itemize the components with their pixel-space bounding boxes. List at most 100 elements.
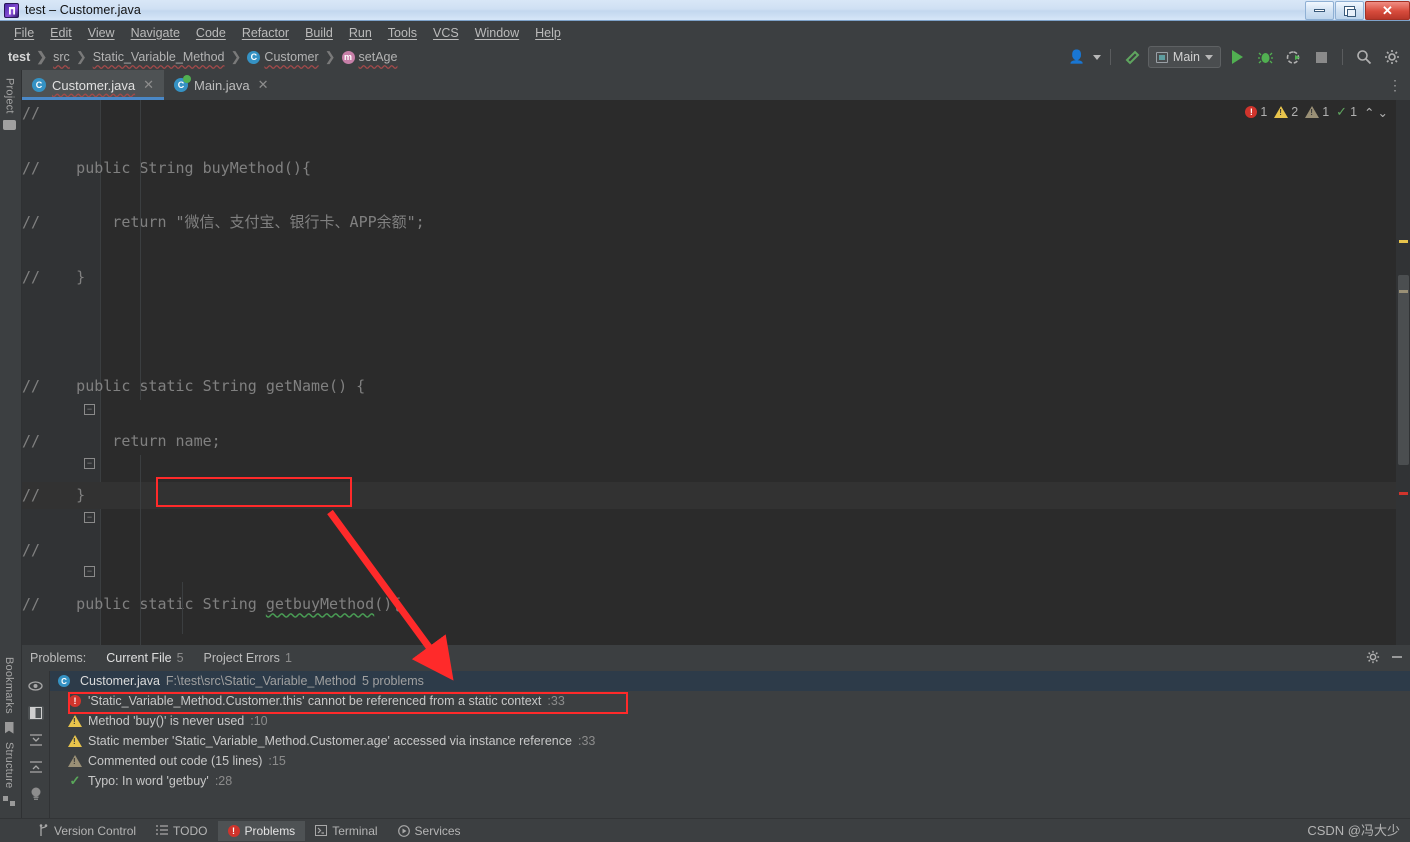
breadcrumb-label: test [8, 50, 31, 64]
menu-view[interactable]: View [80, 24, 123, 42]
previous-problem-icon[interactable]: ⌃ [1364, 105, 1374, 120]
tab-label: Current File [106, 650, 172, 665]
code-line[interactable]: 22// } [22, 264, 1410, 291]
fold-marker[interactable] [84, 458, 95, 469]
expand-all-icon[interactable] [28, 733, 44, 747]
close-icon[interactable]: ✕ [143, 77, 154, 93]
menu-file[interactable]: File [6, 24, 42, 42]
fold-marker[interactable] [84, 404, 95, 415]
close-icon[interactable]: ✕ [258, 77, 269, 93]
close-button[interactable]: ✕ [1365, 1, 1410, 20]
intellij-idea-icon [4, 2, 19, 18]
status-item-terminal[interactable]: Terminal [305, 821, 387, 841]
layout-icon[interactable] [27, 706, 44, 720]
structure-icon[interactable] [3, 796, 15, 806]
minimize-icon[interactable] [1390, 650, 1404, 667]
problem-row-weak-warning[interactable]: Commented out code (15 lines) :15 [50, 751, 1410, 771]
tab-customer-java[interactable]: C Customer.java ✕ [22, 70, 164, 100]
run-configuration-selector[interactable]: Main [1147, 46, 1221, 68]
code-line[interactable]: 23 [22, 318, 1410, 345]
code-line[interactable]: 26// } [22, 482, 1410, 509]
status-item-version-control[interactable]: Version Control [28, 821, 146, 841]
menu-vcs[interactable]: VCS [425, 24, 467, 42]
indent-guide [182, 582, 183, 634]
problems-list[interactable]: C Customer.java F:\test\src\Static_Varia… [50, 671, 1410, 818]
fold-marker[interactable] [84, 566, 95, 577]
problem-row-warning-2[interactable]: Static member 'Static_Variable_Method.Cu… [50, 731, 1410, 751]
more-options-icon[interactable]: ⋮ [1380, 70, 1410, 100]
search-icon[interactable] [1352, 46, 1376, 68]
breadcrumb-label: setAge [358, 50, 398, 64]
menu-refactor[interactable]: Refactor [234, 24, 297, 42]
chevron-down-icon[interactable] [1092, 54, 1101, 60]
menu-navigate[interactable]: Navigate [123, 24, 188, 42]
code-editor[interactable]: 19// 20// public String buyMethod(){ 21// … [22, 100, 1410, 645]
code-line[interactable]: 28// public static String getbuyMethod()… [22, 591, 1410, 618]
editor-scrollbar-thumb[interactable] [1398, 275, 1409, 465]
stop-icon[interactable] [1309, 46, 1333, 68]
code-lines[interactable]: 19// 20// public String buyMethod(){ 21// … [22, 100, 1410, 645]
minimize-button[interactable] [1305, 1, 1334, 20]
breadcrumb-item-class[interactable]: C Customer ❯ [247, 49, 341, 65]
inspection-typos[interactable]: ✓ 1 [1336, 104, 1357, 120]
bulb-icon[interactable] [28, 787, 44, 801]
status-item-services[interactable]: Services [388, 821, 471, 841]
error-marker[interactable] [1399, 492, 1408, 495]
problem-row-error[interactable]: ! 'Static_Variable_Method.Customer.this'… [50, 691, 1410, 711]
code-line[interactable]: 25// return name; [22, 428, 1410, 455]
breadcrumb-label: Customer [264, 50, 319, 64]
menu-code[interactable]: Code [188, 24, 234, 42]
status-item-todo[interactable]: TODO [146, 821, 217, 841]
folder-icon[interactable] [3, 119, 16, 130]
breadcrumb-item-project[interactable]: test ❯ [8, 49, 53, 65]
inspection-errors[interactable]: ! 1 [1245, 105, 1267, 119]
menu-tools[interactable]: Tools [380, 24, 425, 42]
breadcrumb-item-method[interactable]: m setAge [341, 50, 398, 64]
sidebar-item-project[interactable]: Project [4, 78, 16, 114]
menu-build[interactable]: Build [297, 24, 341, 42]
user-icon[interactable]: 👤 [1065, 46, 1089, 68]
code-line[interactable]: 27// [22, 537, 1410, 564]
sidebar-item-bookmarks[interactable]: Bookmarks [3, 657, 15, 714]
sidebar-item-structure[interactable]: Structure [3, 742, 15, 788]
method-icon: m [341, 50, 355, 64]
problem-row-typo[interactable]: ✓ Typo: In word 'getbuy' :28 [50, 771, 1410, 791]
code-line[interactable]: 20// public String buyMethod(){ [22, 155, 1410, 182]
restore-button[interactable] [1335, 1, 1364, 20]
gear-icon[interactable] [1380, 46, 1404, 68]
chevron-right-icon: ❯ [230, 49, 242, 64]
bug-icon[interactable] [1253, 46, 1277, 68]
bookmark-icon[interactable] [4, 721, 14, 734]
editor-marker-strip[interactable] [1396, 100, 1410, 645]
status-item-label: TODO [173, 823, 208, 838]
next-problem-icon[interactable]: ⌄ [1378, 105, 1388, 120]
code-line[interactable]: 19// [22, 100, 1410, 127]
breadcrumb-item-src[interactable]: src ❯ [53, 49, 93, 65]
menu-run[interactable]: Run [341, 24, 380, 42]
tab-current-file[interactable]: Current File 5 [96, 647, 193, 673]
code-line[interactable]: 24// public static String getName() { [22, 373, 1410, 400]
status-item-problems[interactable]: ! Problems [217, 820, 306, 841]
play-icon[interactable] [1225, 46, 1249, 68]
weak-warning-marker[interactable] [1399, 290, 1408, 293]
problem-row-warning-1[interactable]: Method 'buy()' is never used :10 [50, 711, 1410, 731]
collapse-all-icon[interactable] [28, 760, 44, 774]
tab-main-java[interactable]: C Main.java ✕ [164, 70, 279, 100]
menu-window[interactable]: Window [467, 24, 527, 42]
hammer-icon[interactable] [1120, 46, 1144, 68]
breadcrumb-item-package[interactable]: Static_Variable_Method ❯ [93, 49, 248, 65]
menu-edit[interactable]: Edit [42, 24, 80, 42]
eye-icon[interactable] [28, 679, 44, 693]
problems-file-header[interactable]: C Customer.java F:\test\src\Static_Varia… [50, 671, 1410, 691]
inspection-warnings[interactable]: 2 [1274, 105, 1298, 119]
run-with-coverage-icon[interactable] [1281, 46, 1305, 68]
tab-project-errors[interactable]: Project Errors 1 [194, 647, 302, 670]
code-line[interactable]: 21// return "微信、支付宝、银行卡、APP余额"; [22, 209, 1410, 236]
inspection-weak-warnings[interactable]: 1 [1305, 105, 1329, 119]
menu-help[interactable]: Help [527, 24, 569, 42]
fold-marker[interactable] [84, 512, 95, 523]
gear-icon[interactable] [1366, 650, 1380, 667]
inspection-widget[interactable]: ! 1 2 1 ✓ 1 ⌃ ⌄ [1245, 104, 1388, 120]
warning-marker[interactable] [1399, 240, 1408, 243]
tab-count: 5 [176, 650, 184, 665]
